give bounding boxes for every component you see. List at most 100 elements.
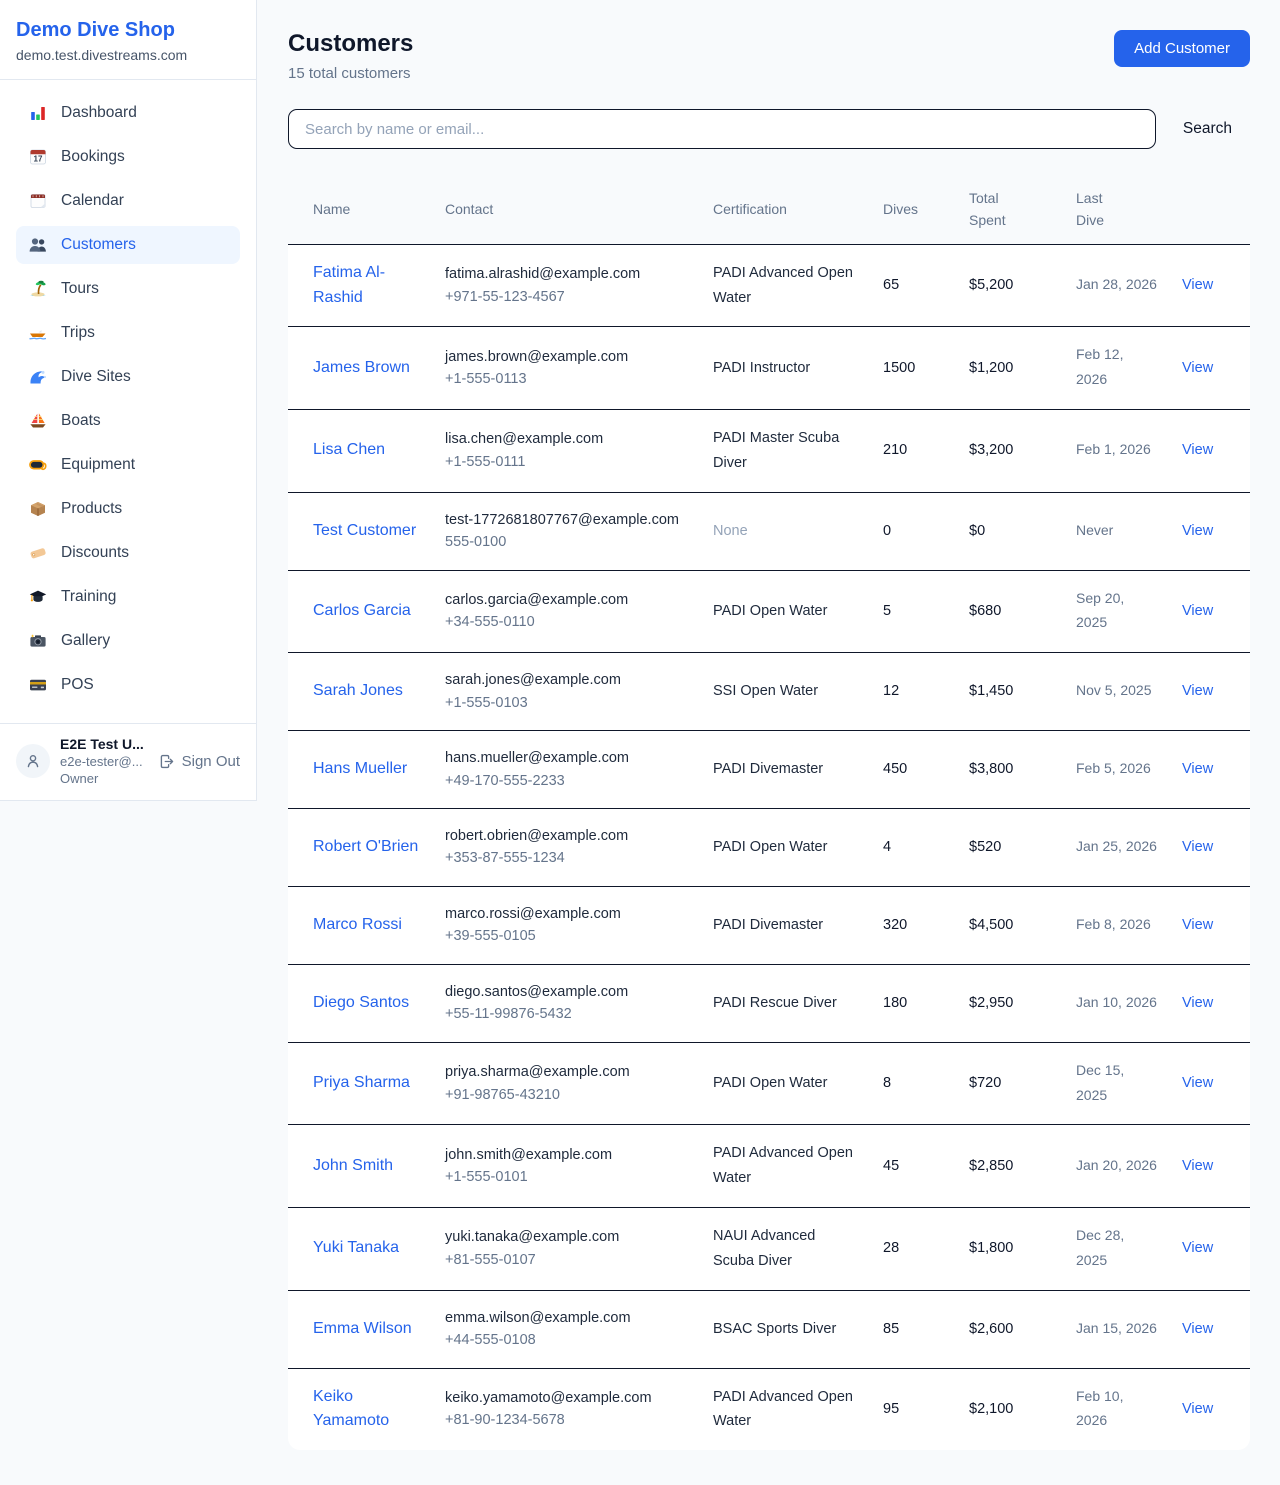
customer-phone: +1-555-0101 [445, 1166, 689, 1188]
view-customer-link[interactable]: View [1182, 603, 1213, 619]
customer-total-spent: $0 [969, 523, 985, 539]
customer-phone: +1-555-0111 [445, 451, 689, 473]
customer-dives: 1500 [883, 360, 915, 376]
table-row: Priya Sharma priya.sharma@example.com +9… [288, 1042, 1250, 1125]
sidebar-item-training[interactable]: Training [16, 578, 240, 616]
customer-dives: 450 [883, 761, 907, 777]
customer-last-dive: Feb 5, 2026 [1076, 760, 1151, 776]
customer-name-link[interactable]: Keiko Yamamoto [313, 1385, 421, 1435]
table-row: Emma Wilson emma.wilson@example.com +44-… [288, 1290, 1250, 1368]
customer-dives: 12 [883, 683, 899, 699]
view-customer-link[interactable]: View [1182, 839, 1213, 855]
view-customer-link[interactable]: View [1182, 683, 1213, 699]
customer-total-spent: $520 [969, 839, 1001, 855]
view-customer-link[interactable]: View [1182, 995, 1213, 1011]
customer-name-link[interactable]: Robert O'Brien [313, 835, 418, 860]
sidebar-item-gallery[interactable]: Gallery [16, 622, 240, 660]
view-customer-link[interactable]: View [1182, 360, 1213, 376]
customer-last-dive: Never [1076, 522, 1113, 538]
customer-dives: 320 [883, 917, 907, 933]
customer-name-link[interactable]: Diego Santos [313, 991, 409, 1016]
customer-name-link[interactable]: Emma Wilson [313, 1317, 412, 1342]
column-header-actions [1170, 175, 1250, 244]
customer-total-spent: $3,800 [969, 761, 1013, 777]
sidebar-item-trips[interactable]: Trips [16, 314, 240, 352]
customer-email: priya.sharma@example.com [445, 1061, 689, 1083]
customer-name-link[interactable]: Sarah Jones [313, 679, 403, 704]
customer-phone: +39-555-0105 [445, 925, 689, 947]
sidebar-item-discounts[interactable]: Discounts [16, 534, 240, 572]
customer-certification: None [713, 523, 748, 539]
sidebar-item-equipment[interactable]: Equipment [16, 446, 240, 484]
customer-certification: PADI Divemaster [713, 917, 823, 933]
customers-table: Name Contact Certification Dives Total S… [288, 175, 1250, 1450]
sidebar-item-dive-sites[interactable]: Dive Sites [16, 358, 240, 396]
sign-out-label: Sign Out [182, 753, 240, 770]
customer-certification: PADI Master Scuba Diver [713, 430, 839, 471]
customer-name-link[interactable]: John Smith [313, 1154, 393, 1179]
customer-email: keiko.yamamoto@example.com [445, 1387, 689, 1409]
customer-certification: NAUI Advanced Scuba Diver [713, 1228, 815, 1269]
customer-name-link[interactable]: Fatima Al-Rashid [313, 261, 421, 311]
customer-phone: +34-555-0110 [445, 611, 689, 633]
customer-name-link[interactable]: Hans Mueller [313, 757, 407, 782]
customer-certification: PADI Advanced Open Water [713, 1145, 853, 1186]
add-customer-button[interactable]: Add Customer [1114, 30, 1250, 67]
customer-dives: 85 [883, 1321, 899, 1337]
customer-name-link[interactable]: Lisa Chen [313, 438, 385, 463]
customer-certification: PADI Open Water [713, 603, 827, 619]
view-customer-link[interactable]: View [1182, 1401, 1213, 1417]
customer-last-dive: Feb 12, 2026 [1076, 346, 1123, 387]
sidebar-item-label: Discounts [61, 544, 129, 562]
customer-name-link[interactable]: James Brown [313, 356, 410, 381]
sidebar-item-tours[interactable]: Tours [16, 270, 240, 308]
sidebar-item-customers[interactable]: Customers [16, 226, 240, 264]
search-input[interactable] [288, 109, 1156, 149]
view-customer-link[interactable]: View [1182, 917, 1213, 933]
sidebar-item-bookings[interactable]: 17 Bookings [16, 138, 240, 176]
customer-last-dive: Feb 10, 2026 [1076, 1388, 1123, 1429]
sidebar-item-label: Bookings [61, 148, 125, 166]
view-customer-link[interactable]: View [1182, 1240, 1213, 1256]
brand-name: Demo Dive Shop [16, 19, 240, 42]
sidebar-item-dashboard[interactable]: Dashboard [16, 94, 240, 132]
customer-dives: 4 [883, 839, 891, 855]
search-button[interactable]: Search [1183, 120, 1232, 138]
table-row: Fatima Al-Rashid fatima.alrashid@example… [288, 244, 1250, 327]
customer-last-dive: Jan 28, 2026 [1076, 276, 1157, 292]
sidebar-item-products[interactable]: Products [16, 490, 240, 528]
customer-total-spent: $720 [969, 1075, 1001, 1091]
sidebar-item-label: Customers [61, 236, 136, 254]
customer-name-link[interactable]: Carlos Garcia [313, 599, 411, 624]
customer-name-link[interactable]: Priya Sharma [313, 1071, 410, 1096]
credit-card-icon [28, 675, 48, 695]
view-customer-link[interactable]: View [1182, 523, 1213, 539]
view-customer-link[interactable]: View [1182, 277, 1213, 293]
customer-last-dive: Feb 8, 2026 [1076, 916, 1151, 932]
view-customer-link[interactable]: View [1182, 761, 1213, 777]
customer-name-link[interactable]: Test Customer [313, 519, 416, 544]
sidebar-item-calendar[interactable]: Calendar [16, 182, 240, 220]
customer-certification: BSAC Sports Diver [713, 1321, 836, 1337]
customer-phone: +971-55-123-4567 [445, 286, 689, 308]
avatar [16, 744, 50, 778]
view-customer-link[interactable]: View [1182, 1321, 1213, 1337]
people-icon [28, 235, 48, 255]
view-customer-link[interactable]: View [1182, 442, 1213, 458]
sign-out-button[interactable]: Sign Out [158, 753, 240, 770]
view-customer-link[interactable]: View [1182, 1158, 1213, 1174]
customers-table-card: Name Contact Certification Dives Total S… [288, 175, 1250, 1450]
calendar-pad-icon [28, 191, 48, 211]
customer-last-dive: Jan 25, 2026 [1076, 838, 1157, 854]
tag-icon [28, 543, 48, 563]
customer-name-link[interactable]: Marco Rossi [313, 913, 402, 938]
sidebar-item-boats[interactable]: Boats [16, 402, 240, 440]
customer-name-link[interactable]: Yuki Tanaka [313, 1236, 399, 1261]
page-subtitle: 15 total customers [288, 65, 413, 82]
island-icon [28, 279, 48, 299]
customer-certification: PADI Divemaster [713, 761, 823, 777]
customer-phone: +1-555-0103 [445, 692, 689, 714]
wave-icon [28, 367, 48, 387]
view-customer-link[interactable]: View [1182, 1075, 1213, 1091]
sidebar-item-pos[interactable]: POS [16, 666, 240, 704]
